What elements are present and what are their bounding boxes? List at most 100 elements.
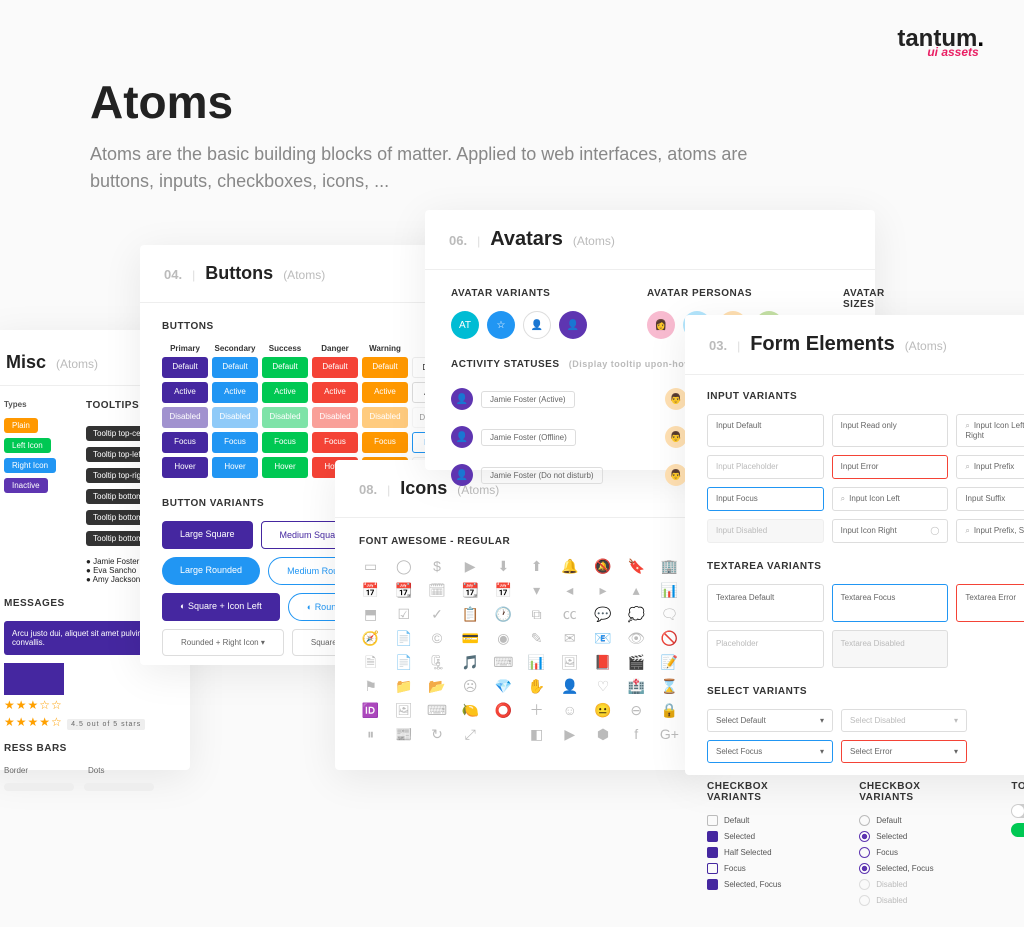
copy-icon[interactable]: 📄 <box>392 631 415 645</box>
input-focus[interactable]: Input Focus <box>707 487 824 511</box>
tag[interactable]: Left Icon <box>4 438 51 453</box>
calendar-minus-icon[interactable]: 📆 <box>459 583 482 597</box>
caret-left-icon[interactable]: ◂ <box>558 583 581 597</box>
edit-icon[interactable]: ✎ <box>525 631 548 645</box>
check-circle-icon[interactable]: ✓ <box>425 607 448 621</box>
checkbox-row[interactable]: Selected, Focus <box>707 879 809 890</box>
caret-right-icon[interactable]: ▸ <box>591 583 614 597</box>
select-error[interactable]: Select Error▾ <box>841 740 967 763</box>
button[interactable]: Active <box>262 382 308 403</box>
google-icon[interactable]: G+ <box>658 727 681 741</box>
user-icon[interactable]: 👤 <box>558 679 581 693</box>
address-icon[interactable]: ▭ <box>359 559 382 573</box>
button[interactable]: Hover <box>162 457 208 478</box>
file-image-icon[interactable]: 🖼 <box>558 655 581 669</box>
check-icon[interactable]: ☑ <box>392 607 415 621</box>
button[interactable]: Active <box>312 382 358 403</box>
input-icon-right[interactable]: Input Icon Right◯ <box>832 519 949 543</box>
file-video-icon[interactable]: 🎬 <box>625 655 648 669</box>
hourglass-icon[interactable]: ⌛ <box>658 679 681 693</box>
loop-icon[interactable]: ↻ <box>425 727 448 741</box>
compass-icon[interactable]: 🧭 <box>359 631 382 645</box>
comment-icon[interactable]: 💬 <box>591 607 614 621</box>
clipboard-icon[interactable]: 📋 <box>459 607 482 621</box>
avatar[interactable]: 👤 <box>559 311 587 339</box>
toggle-row[interactable]: Active <box>1011 823 1024 837</box>
file-excel-icon[interactable]: 📊 <box>525 655 548 669</box>
button[interactable]: Default <box>212 357 258 378</box>
checkbox-row[interactable]: Half Selected <box>707 847 809 858</box>
hospital-icon[interactable]: 🏥 <box>625 679 648 693</box>
button[interactable]: Default <box>262 357 308 378</box>
caret-down-icon[interactable]: ▾ <box>525 583 548 597</box>
caret-up-icon[interactable]: ▴ <box>625 583 648 597</box>
facebook-icon[interactable]: f <box>625 727 648 741</box>
tag[interactable]: Inactive <box>4 478 48 493</box>
button[interactable]: Active <box>362 382 408 403</box>
comment-alt-icon[interactable]: 💭 <box>625 607 648 621</box>
button[interactable]: Disabled <box>362 407 408 428</box>
apple-icon[interactable] <box>492 727 515 741</box>
input-icon-left[interactable]: ⌕Input Icon Left <box>832 487 949 511</box>
credit-card-icon[interactable]: 💳 <box>459 631 482 645</box>
textarea-focus[interactable]: Textarea Focus <box>832 584 949 622</box>
input-default[interactable]: Input Default <box>707 414 824 447</box>
life-ring-icon[interactable]: ⭕ <box>492 703 515 717</box>
button[interactable]: Hover <box>262 457 308 478</box>
closed-caption-icon[interactable]: ㏄ <box>558 607 581 621</box>
input-readonly[interactable]: Input Read only <box>832 414 949 447</box>
button[interactable]: Large Square <box>162 521 253 549</box>
comments-icon[interactable]: 🗨 <box>658 607 681 621</box>
file-pdf-icon[interactable]: 📕 <box>591 655 614 669</box>
plus-icon[interactable]: ＋ <box>525 703 548 717</box>
textarea-placeholder[interactable]: Placeholder <box>707 630 824 668</box>
button[interactable]: Default <box>312 357 358 378</box>
calendar-alt-icon[interactable]: 📆 <box>392 583 415 597</box>
heart-icon[interactable]: ♡ <box>591 679 614 693</box>
folder-open-icon[interactable]: 📂 <box>425 679 448 693</box>
smile-icon[interactable]: ☺ <box>558 703 581 717</box>
input-error[interactable]: Input Error <box>832 455 949 479</box>
folder-icon[interactable]: 📁 <box>392 679 415 693</box>
file-alt-icon[interactable]: 📄 <box>392 655 415 669</box>
button[interactable]: Disabled <box>212 407 258 428</box>
input-icon-both[interactable]: ⌕Input Icon Left, Icon Right◯ <box>956 414 1024 447</box>
radio-row[interactable]: Focus <box>859 847 961 858</box>
up-icon[interactable]: ⬆ <box>525 559 548 573</box>
button[interactable]: Rounded + Right Icon ▾ <box>162 629 284 656</box>
flag-icon[interactable]: ⚑ <box>359 679 382 693</box>
checkbox-row[interactable]: Focus <box>707 863 809 874</box>
github-icon[interactable]: ⬢ <box>591 727 614 741</box>
dot-circle-icon[interactable]: ◉ <box>492 631 515 645</box>
calendar-check-icon[interactable]: 🗓 <box>425 583 448 597</box>
file-code-icon[interactable]: ⌨ <box>492 655 515 669</box>
button[interactable]: Hover <box>212 457 258 478</box>
checkbox-row[interactable]: Default <box>707 815 809 826</box>
eye-slash-icon[interactable]: 🚫 <box>658 631 681 645</box>
select-focus[interactable]: Select Focus▾ <box>707 740 833 763</box>
input-suffix[interactable]: Input Suffix.pdf <box>956 487 1024 511</box>
button[interactable]: Disabled <box>312 407 358 428</box>
toggle-row[interactable]: Inactive <box>1011 804 1024 818</box>
button[interactable]: Active <box>212 382 258 403</box>
button[interactable]: ◐ Square + Icon Left <box>162 593 280 621</box>
dollar-icon[interactable]: $ <box>425 559 448 573</box>
clone-icon[interactable]: ⧉ <box>525 607 548 621</box>
lock-icon[interactable]: 🔒 <box>658 703 681 717</box>
play-icon[interactable]: ▶ <box>459 559 482 573</box>
frown-icon[interactable]: ☹ <box>459 679 482 693</box>
input-prefix[interactable]: ⌕Input Prefix <box>956 455 1024 479</box>
clock-icon[interactable]: 🕐 <box>492 607 515 621</box>
keyboard-icon[interactable]: ⌨ <box>425 703 448 717</box>
eye-icon[interactable]: 👁 <box>625 631 648 645</box>
checkbox-row[interactable]: Selected <box>707 831 809 842</box>
input-placeholder[interactable]: Input Placeholder <box>707 455 824 479</box>
avatar[interactable]: 👩 <box>647 311 675 339</box>
slash-bell-icon[interactable]: 🔕 <box>591 559 614 573</box>
button[interactable]: Large Rounded <box>162 557 260 585</box>
button[interactable]: Disabled <box>262 407 308 428</box>
calendar-plus-icon[interactable]: 📅 <box>492 583 515 597</box>
button[interactable]: Focus <box>162 432 208 453</box>
envelope-open-icon[interactable]: 📧 <box>591 631 614 645</box>
file-audio-icon[interactable]: 🎵 <box>459 655 482 669</box>
